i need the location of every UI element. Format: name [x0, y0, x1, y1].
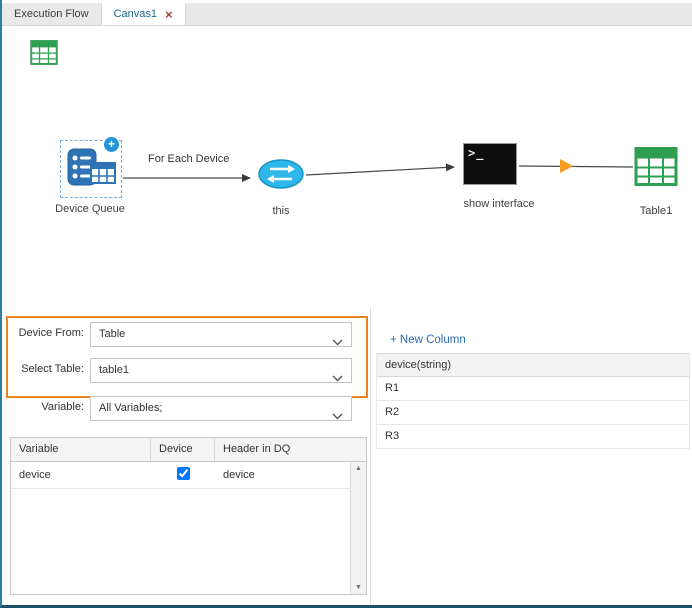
- col-header-header-in-dq: Header in DQ: [215, 438, 366, 461]
- scrollbar[interactable]: ▲ ▼: [350, 462, 366, 594]
- node-router-label: this: [253, 205, 309, 217]
- node-show-interface[interactable]: >_: [463, 143, 517, 185]
- variable-label: Variable:: [8, 401, 84, 413]
- cell-variable: device: [11, 469, 151, 481]
- select-table-select[interactable]: table1: [90, 358, 352, 383]
- node-device-queue[interactable]: +: [60, 140, 122, 198]
- table-row[interactable]: R1: [377, 377, 689, 401]
- bottom-panel: Device From: Table Select Table: table1 …: [2, 308, 692, 605]
- device-checkbox[interactable]: [177, 467, 190, 480]
- close-icon[interactable]: ×: [165, 8, 173, 21]
- scroll-up-icon[interactable]: ▲: [351, 465, 366, 472]
- variable-table-body: device device ▲ ▼: [11, 462, 366, 594]
- node-table1-label: Table1: [614, 205, 692, 217]
- node-table1[interactable]: [634, 146, 678, 187]
- table-row[interactable]: device device: [11, 462, 351, 489]
- select-table-label: Select Table:: [8, 363, 84, 375]
- tab-canvas1[interactable]: Canvas1 ×: [102, 3, 186, 25]
- plus-badge-icon: +: [103, 136, 120, 153]
- table-row[interactable]: R3: [377, 425, 689, 449]
- device-from-value: Table: [99, 328, 125, 340]
- variable-table-header: Variable Device Header in DQ: [11, 438, 366, 462]
- app-window: Execution Flow Canvas1 ×: [0, 0, 692, 608]
- edge-label-for-each-device: For Each Device: [148, 153, 229, 165]
- tab-canvas1-label: Canvas1: [114, 8, 157, 20]
- mini-table-icon: [90, 162, 116, 184]
- device-table: device(string) R1 R2 R3: [376, 353, 690, 449]
- scroll-down-icon[interactable]: ▼: [351, 584, 366, 591]
- panel-divider: [370, 308, 371, 605]
- tab-execution-flow-label: Execution Flow: [14, 8, 89, 20]
- chevron-down-icon: [332, 406, 343, 429]
- variable-select[interactable]: All Variables;: [90, 396, 352, 421]
- col-header-device: Device: [151, 438, 215, 461]
- chevron-down-icon: [332, 368, 343, 391]
- tab-bar: Execution Flow Canvas1 ×: [2, 3, 692, 26]
- device-from-select[interactable]: Table: [90, 322, 352, 347]
- table-row[interactable]: R2: [377, 401, 689, 425]
- device-from-label: Device From:: [8, 327, 84, 339]
- cell-header-in-dq: device: [215, 469, 351, 481]
- variable-value: All Variables;: [99, 402, 162, 414]
- node-device-queue-label: Device Queue: [40, 203, 140, 215]
- tab-execution-flow[interactable]: Execution Flow: [2, 3, 102, 25]
- orange-arrow-icon: [560, 159, 573, 173]
- flow-canvas[interactable]: + Device Queue For Each Device this >_ s…: [2, 26, 692, 308]
- variable-table: Variable Device Header in DQ device devi…: [10, 437, 367, 595]
- chevron-down-icon: [332, 332, 343, 355]
- node-router[interactable]: [258, 158, 304, 190]
- device-column-header[interactable]: device(string): [377, 353, 689, 377]
- new-column-link[interactable]: + New Column: [390, 334, 466, 346]
- select-table-value: table1: [99, 364, 129, 376]
- table-tool-icon[interactable]: [30, 39, 58, 66]
- node-show-interface-label: show interface: [441, 198, 557, 210]
- terminal-prompt-icon: >_: [468, 146, 484, 160]
- col-header-variable: Variable: [11, 438, 151, 461]
